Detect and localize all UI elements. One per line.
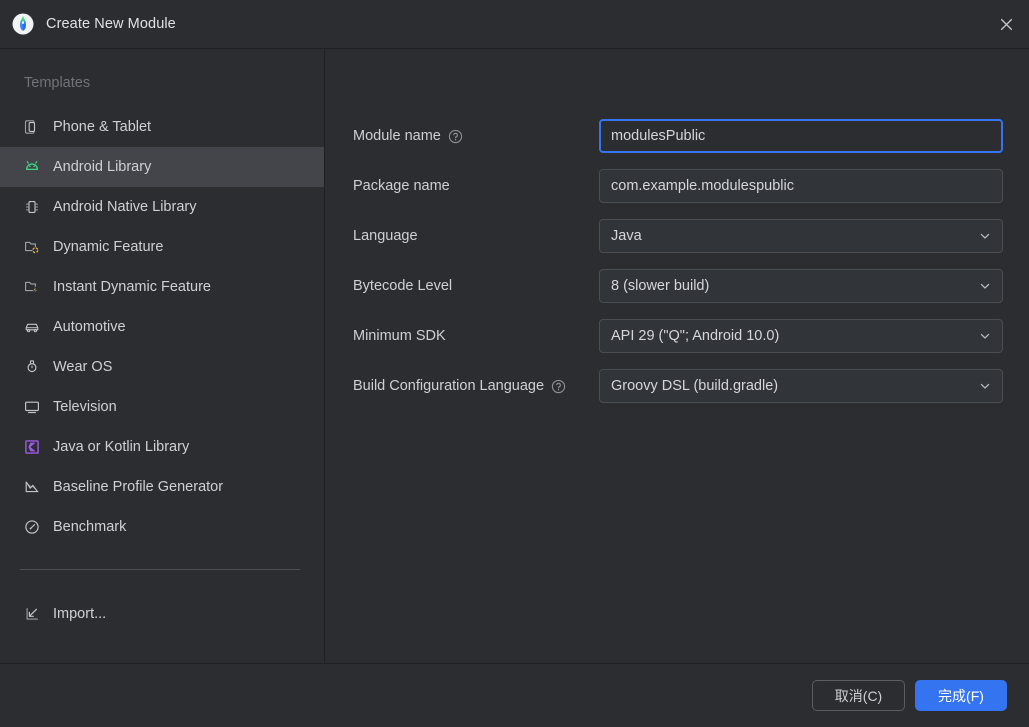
form-row-language: Language Java [353, 219, 1003, 253]
television-icon [24, 399, 40, 415]
bytecode-level-select[interactable]: 8 (slower build) [599, 269, 1003, 303]
sidebar-item-dynamic-feature[interactable]: Dynamic Feature [0, 227, 324, 267]
sidebar-item-label: Android Library [53, 159, 152, 175]
form-row-build-configuration-language: Build Configuration Language Groovy DSL … [353, 369, 1003, 403]
sidebar-item-label: Android Native Library [53, 199, 197, 215]
sidebar-item-label: Java or Kotlin Library [53, 439, 190, 455]
minimum-sdk-select-value: API 29 ("Q"; Android 10.0) [611, 328, 780, 344]
sidebar-item-android-library[interactable]: Android Library [0, 147, 324, 187]
minimum-sdk-select[interactable]: API 29 ("Q"; Android 10.0) [599, 319, 1003, 353]
form-row-minimum-sdk: Minimum SDK API 29 ("Q"; Android 10.0) [353, 319, 1003, 353]
build-configuration-language-select[interactable]: Groovy DSL (build.gradle) [599, 369, 1003, 403]
form-row-package-name: Package name com.example.modulespublic [353, 169, 1003, 203]
android-head-icon [24, 159, 40, 175]
module-name-label-group: Module name [353, 128, 599, 144]
sidebar-item-automotive[interactable]: Automotive [0, 307, 324, 347]
folder-instant-icon [24, 279, 40, 295]
package-name-label: Package name [353, 178, 450, 194]
phone-tablet-icon [24, 119, 40, 135]
sidebar-item-benchmark[interactable]: Benchmark [0, 507, 324, 547]
sidebar-item-label: Baseline Profile Generator [53, 479, 224, 495]
templates-sidebar: Templates Phone & Tablet Android Library… [0, 49, 325, 663]
language-select[interactable]: Java [599, 219, 1003, 253]
watch-icon [24, 359, 40, 375]
kotlin-library-icon [24, 439, 40, 455]
sidebar-item-wear-os[interactable]: Wear OS [0, 347, 324, 387]
build-configuration-language-select-value: Groovy DSL (build.gradle) [611, 378, 779, 394]
language-label: Language [353, 228, 418, 244]
dialog-footer: 取消(C) 完成(F) [0, 664, 1029, 727]
finish-button[interactable]: 完成(F) [915, 680, 1007, 711]
chevron-down-icon [979, 380, 991, 392]
minimum-sdk-label: Minimum SDK [353, 328, 446, 344]
sidebar-item-label: Import... [53, 606, 107, 622]
sidebar-item-instant-dynamic-feature[interactable]: Instant Dynamic Feature [0, 267, 324, 307]
module-name-input[interactable]: modulesPublic [599, 119, 1003, 153]
sidebar-divider [20, 569, 300, 570]
bytecode-level-select-value: 8 (slower build) [611, 278, 710, 294]
sidebar-item-label: Wear OS [53, 359, 113, 375]
package-name-input[interactable]: com.example.modulespublic [599, 169, 1003, 203]
sidebar-item-label: Benchmark [53, 519, 127, 535]
dialog-title: Create New Module [46, 16, 176, 32]
sidebar-item-label: Dynamic Feature [53, 239, 164, 255]
dialog-titlebar: Create New Module [0, 0, 1029, 49]
module-form: Module name modulesPublic Package name c… [325, 49, 1029, 663]
sidebar-item-label: Television [53, 399, 117, 415]
build-configuration-language-label: Build Configuration Language [353, 378, 545, 394]
sidebar-item-java-or-kotlin-library[interactable]: Java or Kotlin Library [0, 427, 324, 467]
question-circle-icon[interactable] [551, 379, 566, 394]
sidebar-item-baseline-profile-generator[interactable]: Baseline Profile Generator [0, 467, 324, 507]
sidebar-item-android-native-library[interactable]: Android Native Library [0, 187, 324, 227]
baseline-profile-icon [24, 479, 40, 495]
sidebar-item-phone-tablet[interactable]: Phone & Tablet [0, 107, 324, 147]
template-list: Phone & Tablet Android Library Android N… [0, 107, 324, 547]
chip-icon [24, 199, 40, 215]
chevron-down-icon [979, 230, 991, 242]
sidebar-item-television[interactable]: Television [0, 387, 324, 427]
chevron-down-icon [979, 280, 991, 292]
language-select-value: Java [611, 228, 642, 244]
android-studio-icon [12, 13, 34, 35]
bytecode-level-label: Bytecode Level [353, 278, 453, 294]
templates-header: Templates [24, 75, 91, 91]
car-icon [24, 319, 40, 335]
module-name-label: Module name [353, 128, 441, 144]
sidebar-item-import[interactable]: Import... [0, 594, 324, 634]
chevron-down-icon [979, 330, 991, 342]
sidebar-item-label: Automotive [53, 319, 126, 335]
sidebar-item-label: Phone & Tablet [53, 119, 152, 135]
sidebar-item-label: Instant Dynamic Feature [53, 279, 211, 295]
form-row-module-name: Module name modulesPublic [353, 119, 1003, 153]
import-arrow-icon [24, 606, 40, 622]
build-configuration-language-label-group: Build Configuration Language [353, 378, 599, 394]
folder-dynamic-icon [24, 239, 40, 255]
cancel-button[interactable]: 取消(C) [812, 680, 905, 711]
question-circle-icon[interactable] [448, 129, 463, 144]
dialog-body: Templates Phone & Tablet Android Library… [0, 49, 1029, 664]
create-new-module-dialog: Create New Module Templates Phone & Tabl… [0, 0, 1029, 727]
close-icon[interactable] [983, 0, 1029, 48]
benchmark-gauge-icon [24, 519, 40, 535]
form-row-bytecode-level: Bytecode Level 8 (slower build) [353, 269, 1003, 303]
